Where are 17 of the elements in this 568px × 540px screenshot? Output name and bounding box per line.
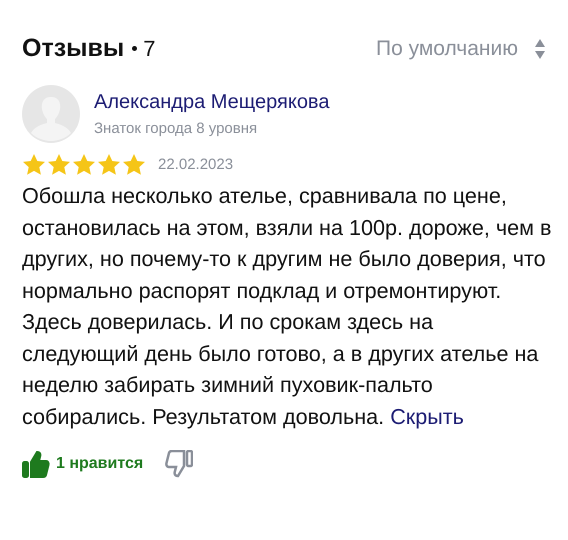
star-icon	[72, 153, 96, 176]
like-button[interactable]: 1 нравится	[22, 450, 144, 478]
review-date: 22.02.2023	[158, 156, 234, 173]
avatar	[22, 85, 80, 143]
author-name[interactable]: Александра Мещерякова	[94, 91, 330, 114]
author-level: Знаток города 8 уровня	[94, 120, 258, 137]
star-icon	[97, 153, 121, 176]
thumbs-up-icon	[22, 450, 50, 478]
review-text: Обошла несколько ателье, сравнивала по цене, остановилась на этом, взяли на 100р. дороже, чем в других, но почему-то к другим не было доверия, что нормально распорят подклад и отремонтируют. Здесь доверилась. И по срокам здесь на следующий день было готово, а в других ателье на неделю забирать зимний пуховик-пальто собирались. Результатом довольна. Скрыть	[22, 182, 552, 430]
review-count: 7	[143, 36, 156, 62]
star-icon	[122, 153, 146, 176]
sort-icon	[534, 38, 546, 60]
dislike-button[interactable]	[165, 450, 194, 478]
star-icon	[47, 153, 71, 176]
star-icon	[22, 153, 46, 176]
section-title: Отзывы	[22, 34, 124, 63]
hide-link[interactable]: Скрыть	[390, 404, 464, 428]
